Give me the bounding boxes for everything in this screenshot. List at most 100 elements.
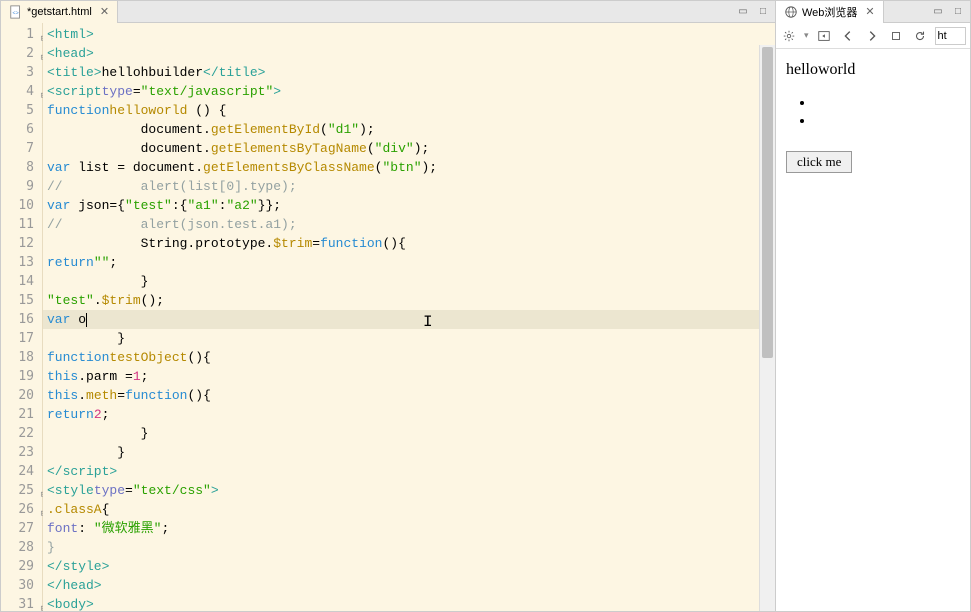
line-number: 8 <box>1 158 40 177</box>
code-line[interactable]: } <box>43 272 775 291</box>
code-line[interactable]: // alert(json.test.a1); <box>43 215 775 234</box>
tab-close-icon[interactable]: ✕ <box>100 5 109 18</box>
line-number: 4⊟ <box>1 82 40 101</box>
browser-tab[interactable]: Web浏览器 ✕ <box>776 1 884 23</box>
editor-tab[interactable]: <> *getstart.html ✕ <box>1 1 118 23</box>
line-number: 1⊟ <box>1 25 40 44</box>
code-area[interactable]: <html> <head> <title>hellohbuilder</titl… <box>43 23 775 611</box>
scrollbar-thumb[interactable] <box>762 47 773 358</box>
vertical-scrollbar[interactable] <box>759 45 775 611</box>
code-line[interactable]: this.meth=function(){ <box>43 386 775 405</box>
code-line[interactable]: <style type="text/css"> <box>43 481 775 500</box>
line-number: 13 <box>1 253 40 272</box>
stop-icon[interactable] <box>887 27 905 45</box>
line-number: 22 <box>1 424 40 443</box>
bullet-list <box>786 95 960 131</box>
go-icon[interactable] <box>815 27 833 45</box>
code-line[interactable]: <body> <box>43 595 775 611</box>
globe-icon <box>784 5 798 19</box>
gear-icon[interactable] <box>780 27 798 45</box>
refresh-icon[interactable] <box>911 27 929 45</box>
minimize-icon[interactable]: ▭ <box>735 5 751 19</box>
line-number: 28 <box>1 538 40 557</box>
editor-panel: <> *getstart.html ✕ ▭ □ 1⊟2⊟34⊟567891011… <box>0 0 776 612</box>
browser-panel: Web浏览器 ✕ ▭ □ ▾ helloworld <box>776 0 971 612</box>
line-number: 2⊟ <box>1 44 40 63</box>
code-line[interactable]: String.prototype.$trim=function(){ <box>43 234 775 253</box>
code-line[interactable]: function helloworld () { <box>43 101 775 120</box>
editor-tab-bar: <> *getstart.html ✕ ▭ □ <box>1 1 775 23</box>
code-line[interactable]: </style> <box>43 557 775 576</box>
line-number: 12 <box>1 234 40 253</box>
line-number: 10 <box>1 196 40 215</box>
line-number: 18 <box>1 348 40 367</box>
back-icon[interactable] <box>839 27 857 45</box>
code-line[interactable]: <head> <box>43 44 775 63</box>
code-line[interactable]: <title>hellohbuilder</title> <box>43 63 775 82</box>
gear-dropdown-icon[interactable]: ▾ <box>804 30 809 41</box>
line-number: 3 <box>1 63 40 82</box>
line-number: 23 <box>1 443 40 462</box>
line-number: 17 <box>1 329 40 348</box>
code-line[interactable]: <html> <box>43 25 775 44</box>
list-item <box>814 95 960 113</box>
editor-body: 1⊟2⊟34⊟567891011121314151617181920212223… <box>1 23 775 611</box>
line-number: 6 <box>1 120 40 139</box>
code-line[interactable]: "test".$trim(); <box>43 291 775 310</box>
html-file-icon: <> <box>9 5 23 19</box>
line-number: 26⊟ <box>1 500 40 519</box>
browser-tab-bar: Web浏览器 ✕ ▭ □ <box>776 1 970 23</box>
browser-minimize-icon[interactable]: ▭ <box>930 5 946 19</box>
line-number: 20 <box>1 386 40 405</box>
code-line[interactable]: return 2; <box>43 405 775 424</box>
line-number: 14 <box>1 272 40 291</box>
editor-window-controls: ▭ □ <box>735 5 771 19</box>
line-number: 29 <box>1 557 40 576</box>
list-item <box>814 113 960 131</box>
line-number: 25⊟ <box>1 481 40 500</box>
browser-content: helloworld click me <box>776 49 970 611</box>
code-line[interactable]: font: "微软雅黑"; <box>43 519 775 538</box>
forward-icon[interactable] <box>863 27 881 45</box>
code-line[interactable]: } <box>43 424 775 443</box>
browser-toolbar: ▾ <box>776 23 970 49</box>
code-line[interactable]: return ""; <box>43 253 775 272</box>
browser-maximize-icon[interactable]: □ <box>950 5 966 19</box>
text-cursor <box>86 313 87 327</box>
line-number: 9 <box>1 177 40 196</box>
line-number: 7 <box>1 139 40 158</box>
line-number: 15 <box>1 291 40 310</box>
line-number: 19 <box>1 367 40 386</box>
browser-window-controls: ▭ □ <box>930 5 966 19</box>
line-number-gutter: 1⊟2⊟34⊟567891011121314151617181920212223… <box>1 23 43 611</box>
line-number: 27 <box>1 519 40 538</box>
code-line[interactable]: var json={"test":{"a1":"a2"}}; <box>43 196 775 215</box>
code-line[interactable]: var list = document.getElementsByClassNa… <box>43 158 775 177</box>
line-number: 5 <box>1 101 40 120</box>
maximize-icon[interactable]: □ <box>755 5 771 19</box>
code-line[interactable]: } <box>43 538 775 557</box>
line-number: 31⊟ <box>1 595 40 611</box>
code-line[interactable]: document.getElementsByTagName("div"); <box>43 139 775 158</box>
url-input[interactable] <box>935 27 966 45</box>
code-line[interactable]: } <box>43 443 775 462</box>
code-line[interactable]: // alert(list[0].type); <box>43 177 775 196</box>
code-line[interactable]: function testObject(){ <box>43 348 775 367</box>
line-number: 16 <box>1 310 40 329</box>
code-line[interactable]: } <box>43 329 775 348</box>
code-line[interactable]: .classA{ <box>43 500 775 519</box>
code-line[interactable]: <script type="text/javascript"> <box>43 82 775 101</box>
browser-tab-title: Web浏览器 <box>802 4 857 20</box>
code-line[interactable]: document.getElementById("d1"); <box>43 120 775 139</box>
code-line[interactable]: var o <box>43 310 775 329</box>
page-heading: helloworld <box>786 61 960 79</box>
line-number: 11 <box>1 215 40 234</box>
click-me-button[interactable]: click me <box>786 151 852 173</box>
code-line[interactable]: </script> <box>43 462 775 481</box>
code-line[interactable]: </head> <box>43 576 775 595</box>
browser-tab-close-icon[interactable]: ✕ <box>865 5 874 18</box>
line-number: 24 <box>1 462 40 481</box>
editor-tab-title: *getstart.html <box>27 6 92 18</box>
svg-text:<>: <> <box>13 10 19 16</box>
code-line[interactable]: this.parm =1; <box>43 367 775 386</box>
